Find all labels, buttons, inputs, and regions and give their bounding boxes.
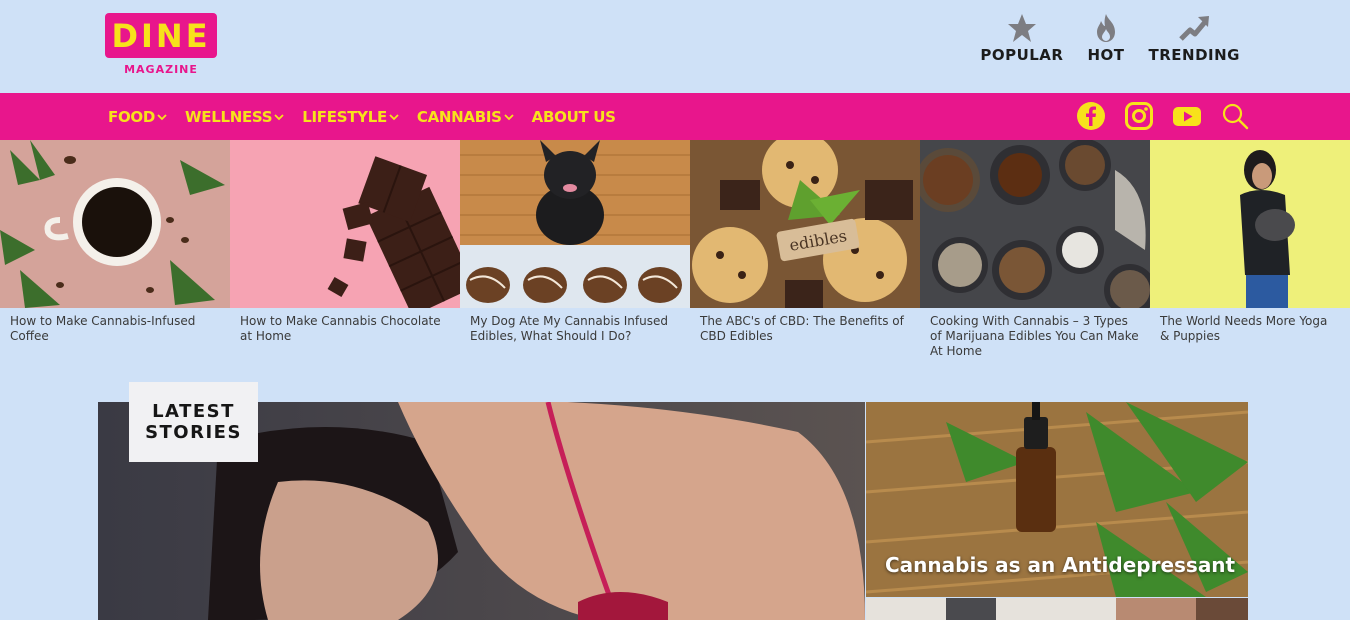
article-title: My Dog Ate My Cannabis Infused Edibles, … — [470, 314, 668, 343]
chevron-down-icon — [389, 113, 399, 120]
nav-item-label: WELLNESS — [185, 107, 273, 126]
side-story-antidepressant[interactable]: Cannabis as an Antidepressant — [866, 402, 1248, 597]
article-title: The World Needs More Yoga & Puppies — [1160, 314, 1328, 343]
logo-wordmark: DINE — [105, 13, 217, 58]
instagram-icon[interactable] — [1124, 101, 1154, 131]
side-story-second[interactable] — [866, 598, 1248, 620]
trending-arrow-icon — [1179, 16, 1210, 41]
article-card[interactable]: The World Needs More Yoga & Puppies — [1150, 140, 1350, 370]
latest-label-line2: STORIES — [145, 422, 242, 443]
article-card[interactable]: How to Make Cannabis-Infused Coffee — [0, 140, 230, 370]
main-nav: FOOD WELLNESS LIFESTYLE CANNABIS ABOUT U… — [0, 93, 1350, 140]
nav-item-label: FOOD — [108, 107, 156, 126]
latest-stories-label: LATEST STORIES — [129, 382, 258, 462]
site-header: DINE MAGAZINE POPULAR HOT TRENDING — [0, 0, 1350, 93]
featured-articles: How to Make Cannabis-Infused Coffee How … — [0, 140, 1350, 370]
nav-item-about-us[interactable]: ABOUT US — [532, 108, 616, 126]
top-link-hot[interactable]: HOT — [1087, 12, 1124, 64]
side-story-second-image — [866, 598, 1248, 620]
social-icons — [1076, 101, 1250, 131]
nav-item-cannabis[interactable]: CANNABIS — [417, 108, 514, 126]
star-icon — [1007, 14, 1036, 42]
article-title: How to Make Cannabis Chocolate at Home — [240, 314, 441, 343]
article-thumbnail-yoga — [1150, 140, 1350, 308]
flame-icon — [1096, 14, 1115, 42]
top-link-label: HOT — [1087, 46, 1125, 64]
top-links: POPULAR HOT TRENDING — [980, 12, 1240, 64]
article-card[interactable]: Cooking With Cannabis – 3 Types of Marij… — [920, 140, 1150, 370]
nav-item-label: LIFESTYLE — [302, 107, 387, 126]
nav-item-lifestyle[interactable]: LIFESTYLE — [302, 108, 399, 126]
chevron-down-icon — [274, 113, 284, 120]
article-title: Cooking With Cannabis – 3 Types of Marij… — [930, 314, 1139, 358]
article-thumbnail-dog — [460, 140, 690, 308]
top-link-label: POPULAR — [980, 46, 1064, 64]
top-link-trending[interactable]: TRENDING — [1149, 12, 1240, 64]
search-icon[interactable] — [1220, 101, 1250, 131]
latest-label-line1: LATEST — [152, 401, 235, 422]
article-thumbnail-edibles: edibles — [690, 140, 920, 308]
nav-menu: FOOD WELLNESS LIFESTYLE CANNABIS ABOUT U… — [108, 93, 616, 140]
top-link-popular[interactable]: POPULAR — [980, 12, 1063, 64]
facebook-icon[interactable] — [1076, 101, 1106, 131]
top-link-label: TRENDING — [1148, 46, 1240, 64]
nav-item-wellness[interactable]: WELLNESS — [185, 108, 284, 126]
nav-item-food[interactable]: FOOD — [108, 108, 167, 126]
side-story-title: Cannabis as an Antidepressant — [885, 553, 1236, 577]
logo-subtitle: MAGAZINE — [124, 63, 198, 76]
nav-item-label: ABOUT US — [531, 107, 616, 126]
article-thumbnail-spices — [920, 140, 1150, 308]
article-card[interactable]: My Dog Ate My Cannabis Infused Edibles, … — [460, 140, 690, 370]
chevron-down-icon — [504, 113, 514, 120]
article-card[interactable]: edibles The ABC's of CBD: The Benefits o… — [690, 140, 920, 370]
chevron-down-icon — [157, 113, 167, 120]
article-title: The ABC's of CBD: The Benefits of CBD Ed… — [700, 314, 904, 343]
article-card[interactable]: How to Make Cannabis Chocolate at Home — [230, 140, 460, 370]
nav-item-label: CANNABIS — [416, 107, 502, 126]
article-thumbnail-coffee — [0, 140, 230, 308]
site-logo[interactable]: DINE MAGAZINE — [105, 13, 217, 79]
article-thumbnail-chocolate — [230, 140, 460, 308]
article-title: How to Make Cannabis-Infused Coffee — [10, 314, 196, 343]
youtube-icon[interactable] — [1172, 101, 1202, 131]
